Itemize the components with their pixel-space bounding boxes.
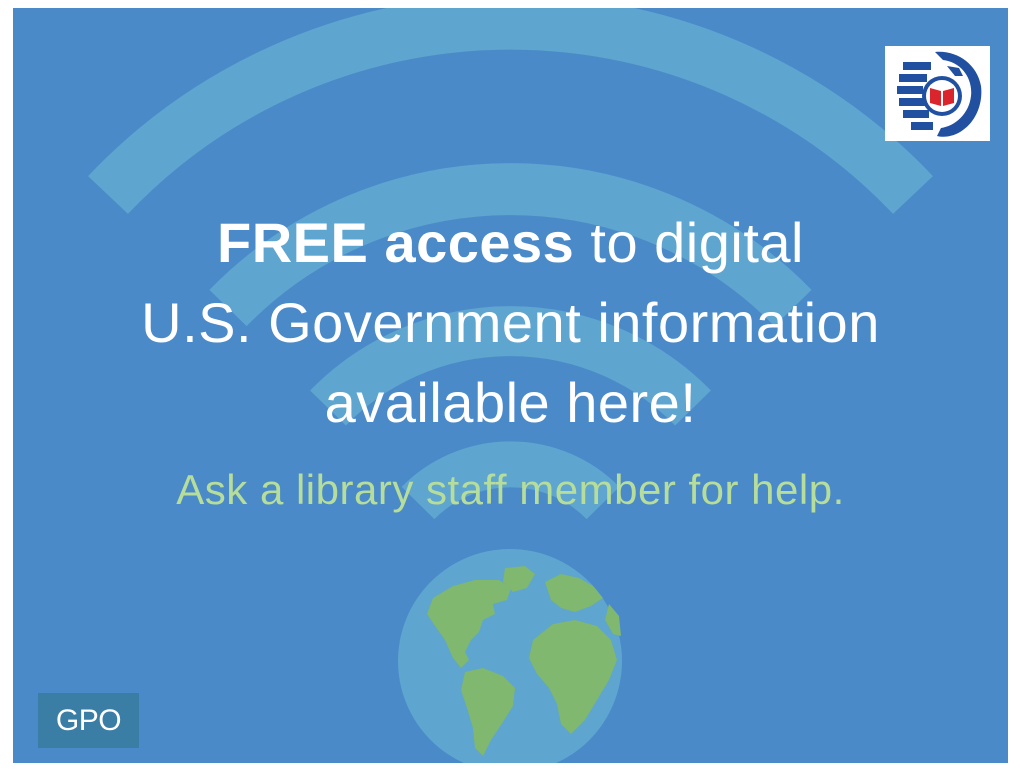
headline-line-2: U.S. Government information bbox=[141, 291, 880, 354]
headline-line-3: available here! bbox=[324, 371, 697, 434]
gpo-logo: GPO bbox=[38, 693, 139, 748]
poster: FREE access to digital U.S. Government i… bbox=[13, 8, 1008, 763]
globe-icon bbox=[398, 549, 622, 763]
help-subline: Ask a library staff member for help. bbox=[176, 466, 845, 513]
headline-line-1: FREE access to digital bbox=[13, 215, 1008, 271]
headline-access: access bbox=[384, 211, 575, 274]
headline-to-digital: to digital bbox=[590, 211, 804, 274]
fdlp-eagle-book-icon bbox=[885, 46, 990, 141]
headline-free: FREE bbox=[217, 211, 369, 274]
